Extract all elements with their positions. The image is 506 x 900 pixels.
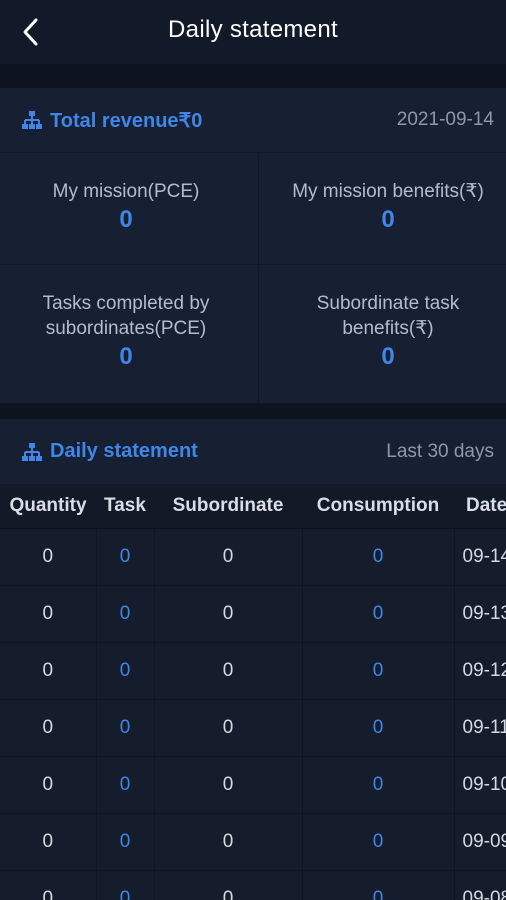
cell-quantity: 0 [0,870,97,900]
stat-value: 0 [119,206,133,233]
stat-value: 0 [119,343,133,370]
column-header-subordinate: Subordinate [154,484,302,529]
statement-header: Daily statement Last 30 days [0,419,506,484]
cell-subordinate: 0 [154,699,303,757]
cell-consumption: 0 [302,585,455,643]
stat-value: 0 [381,206,395,233]
stat-label: Subordinate task benefits(₹) [316,293,460,339]
stat-my-mission-benefits: My mission benefits(₹) 0 [262,179,506,234]
revenue-date: 2021-09-14 [396,109,494,130]
cell-task: 0 [96,528,155,586]
statement-table: Quantity Task Subordinate Consumption Da… [0,484,506,900]
stat-subordinate-tasks: Tasks completed by subordinates(PCE) 0 [0,291,252,371]
cell-task: 0 [96,585,155,643]
stat-label: Tasks completed by subordinates(PCE) [42,293,210,339]
cell-consumption: 0 [302,699,455,757]
column-header-task: Task [96,484,154,529]
stat-label: My mission(PCE) [52,181,200,202]
cell-quantity: 0 [0,813,97,871]
cell-quantity: 0 [0,585,97,643]
cell-subordinate: 0 [154,756,303,814]
cell-task: 0 [96,699,155,757]
cell-date: 09-13 [454,585,506,643]
column-header-date: Date [454,484,506,529]
cell-quantity: 0 [0,756,97,814]
hierarchy-icon [22,442,42,461]
revenue-header: Total revenue₹0 2021-09-14 [0,88,506,152]
stat-label: My mission benefits(₹) [292,181,484,202]
range-filter[interactable]: Last 30 days [386,441,494,463]
table-row: 0 0 0 0 09-12 [0,642,506,700]
table-row: 0 0 0 0 09-11 [0,699,506,757]
revenue-stats: My mission(PCE) 0 My mission benefits(₹)… [0,153,506,403]
divider [258,153,259,403]
table-row: 0 0 0 0 09-10 [0,756,506,814]
page-title: Daily statement [168,16,338,43]
table-row: 0 0 0 0 09-14 [0,528,506,586]
spacer [0,64,506,88]
cell-quantity: 0 [0,528,97,586]
revenue-title-group: Total revenue₹0 [22,108,202,133]
cell-task: 0 [96,813,155,871]
cell-subordinate: 0 [154,585,303,643]
cell-task: 0 [96,870,155,900]
hierarchy-icon [22,111,42,129]
table-row: 0 0 0 0 09-08 [0,870,506,900]
cell-date: 09-14 [454,528,506,586]
top-bar: Daily statement [0,0,506,64]
cell-consumption: 0 [302,528,455,586]
table-row: 0 0 0 0 09-09 [0,813,506,871]
cell-consumption: 0 [302,756,455,814]
divider [0,264,506,265]
column-header-quantity: Quantity [0,484,96,529]
column-header-consumption: Consumption [302,484,454,529]
cell-date: 09-12 [454,642,506,700]
cell-date: 09-10 [454,756,506,814]
statement-title-group: Daily statement [22,440,198,463]
cell-date: 09-08 [454,870,506,900]
cell-subordinate: 0 [154,528,303,586]
stat-my-mission: My mission(PCE) 0 [0,179,252,234]
stat-value: 0 [381,343,395,370]
cell-date: 09-09 [454,813,506,871]
cell-quantity: 0 [0,699,97,757]
spacer [0,403,506,419]
cell-consumption: 0 [302,642,455,700]
cell-task: 0 [96,642,155,700]
cell-quantity: 0 [0,642,97,700]
cell-task: 0 [96,756,155,814]
statement-table-scroll[interactable]: Quantity Task Subordinate Consumption Da… [0,484,506,900]
cell-subordinate: 0 [154,813,303,871]
cell-consumption: 0 [302,870,455,900]
statement-title: Daily statement [50,440,198,462]
table-row: 0 0 0 0 09-13 [0,585,506,643]
cell-subordinate: 0 [154,642,303,700]
revenue-title: Total revenue₹0 [50,109,203,132]
stat-subordinate-benefits: Subordinate task benefits(₹) 0 [262,291,506,371]
cell-date: 09-11 [454,699,506,757]
table-header-row: Quantity Task Subordinate Consumption Da… [0,484,506,529]
cell-consumption: 0 [302,813,455,871]
cell-subordinate: 0 [154,870,303,900]
